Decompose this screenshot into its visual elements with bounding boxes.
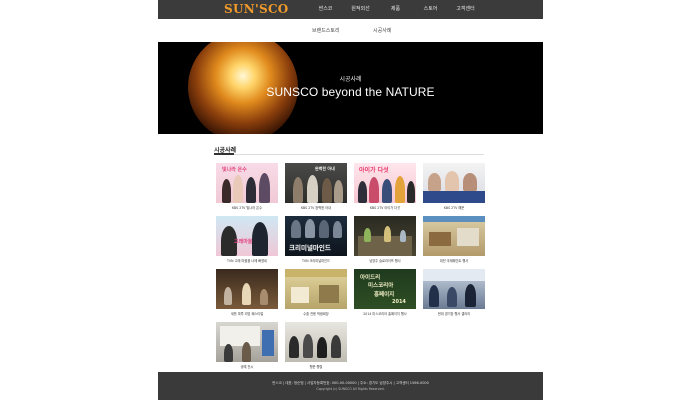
- gallery-caption: KBS 2TV 빛나라 은수: [231, 206, 263, 210]
- gallery-thumbnail[interactable]: [354, 216, 416, 256]
- page: SUN'SCO 썬스코 원적외선 제품 스토어 고객센터 브랜드스토리 시공사례…: [158, 0, 543, 400]
- gallery-caption: 현대 경기장 행사 갤러리: [437, 312, 471, 316]
- gallery-thumbnail[interactable]: 빛나라 은수: [216, 163, 278, 203]
- gallery-thumbnail[interactable]: 고래마을: [216, 216, 278, 256]
- gallery-caption: 세를 마루 리빙 페스티벌: [230, 312, 264, 316]
- gallery-caption: 남양주 슬로라이프 행사: [369, 259, 401, 263]
- gallery-caption: TVN 크리미널마인드: [301, 259, 331, 263]
- gallery-item[interactable]: 공예 전시: [216, 322, 278, 369]
- gallery-item[interactable]: 세를 마루 리빙 페스티벌: [216, 269, 278, 316]
- gallery-item[interactable]: 아이드리 미스코리아 홍페이지 2014 2014 미스코리아 홍페이지 행사: [354, 269, 416, 316]
- gallery-thumbnail[interactable]: [423, 216, 485, 256]
- nav-item-about[interactable]: 썬스코: [308, 0, 343, 19]
- nav-item-far-infrared[interactable]: 원적외선: [343, 0, 378, 19]
- hero-title: SUNSCO beyond the NATURE: [266, 85, 435, 99]
- section-divider: [214, 154, 484, 155]
- gallery-item[interactable]: 고래마을 TVN 고래 마을을 너에 빠졌네: [216, 216, 278, 263]
- gallery-item[interactable]: 현대 경기장 행사 갤러리: [423, 269, 485, 316]
- gallery-caption: 행운 행렬: [309, 365, 323, 369]
- nav-item-store[interactable]: 스토어: [413, 0, 448, 19]
- top-nav-bar: SUN'SCO 썬스코 원적외선 제품 스토어 고객센터: [158, 0, 543, 19]
- gallery-caption: 대전 국제페인트 행사: [439, 259, 469, 263]
- gallery-item[interactable]: 남양주 슬로라이프 행사: [354, 216, 416, 263]
- subnav-item-cases[interactable]: 시공사례: [373, 27, 391, 34]
- nav-item-support[interactable]: 고객센터: [448, 0, 483, 19]
- gallery-caption: 공예 전시: [240, 365, 254, 369]
- gallery-caption: TVN 고래 마을을 너에 빠졌네: [227, 259, 267, 263]
- footer-company-info: 썬스코 | 대표: 정순범 | 사업자등록번호: 000-00-00000 | …: [272, 381, 429, 385]
- gallery-thumbnail[interactable]: 아이드리 미스코리아 홍페이지 2014: [354, 269, 416, 309]
- gallery-caption: KBS 2TV 아이가 다섯: [369, 206, 401, 210]
- gallery-thumbnail[interactable]: [285, 322, 347, 362]
- main-nav: 썬스코 원적외선 제품 스토어 고객센터: [308, 0, 483, 19]
- gallery-thumbnail[interactable]: [423, 163, 485, 203]
- subnav-item-brand-story[interactable]: 브랜드스토리: [312, 27, 340, 34]
- sub-nav: 브랜드스토리 시공사례: [158, 19, 543, 42]
- section-title-underline: [214, 153, 234, 155]
- gallery-thumbnail[interactable]: [216, 322, 278, 362]
- footer: 썬스코 | 대표: 정순범 | 사업자등록번호: 000-00-00000 | …: [158, 372, 543, 400]
- gallery-thumbnail[interactable]: [423, 269, 485, 309]
- gallery-caption: KBS 2TV 완벽한 아내: [300, 206, 332, 210]
- gallery-caption: 수출 전용 박람회장: [303, 312, 329, 316]
- gallery-item[interactable]: 수출 전용 박람회장: [285, 269, 347, 316]
- gallery-item[interactable]: 빛나라 은수 KBS 2TV 빛나라 은수: [216, 163, 278, 210]
- gallery-item[interactable]: 대전 국제페인트 행사: [423, 216, 485, 263]
- sunsco-logo[interactable]: SUN'SCO: [224, 2, 289, 16]
- footer-copyright: Copyright (c) SUNSCO All Rights Reserved…: [316, 387, 385, 391]
- gallery-caption: 2014 미스코리아 홍페이지 행사: [363, 312, 407, 316]
- nav-item-products[interactable]: 제품: [378, 0, 413, 19]
- gallery-thumbnail[interactable]: 아이가 다섯: [354, 163, 416, 203]
- hero-subtitle: 시공사례: [339, 76, 362, 83]
- gallery-thumbnail[interactable]: [216, 269, 278, 309]
- gallery-item[interactable]: 크리미널마인드 TVN 크리미널마인드: [285, 216, 347, 263]
- gallery-thumbnail[interactable]: 완벽한 아내: [285, 163, 347, 203]
- gallery-thumbnail[interactable]: 크리미널마인드: [285, 216, 347, 256]
- gallery-item[interactable]: 아이가 다섯 KBS 2TV 아이가 다섯: [354, 163, 416, 210]
- gallery-caption: KBS 2TV 해운: [443, 206, 465, 210]
- gallery-item[interactable]: 행운 행렬: [285, 322, 347, 369]
- gallery-thumbnail[interactable]: [285, 269, 347, 309]
- hero-banner: 시공사례 SUNSCO beyond the NATURE: [158, 42, 543, 134]
- gallery-item[interactable]: 완벽한 아내 KBS 2TV 완벽한 아내: [285, 163, 347, 210]
- gallery-item[interactable]: KBS 2TV 해운: [423, 163, 485, 210]
